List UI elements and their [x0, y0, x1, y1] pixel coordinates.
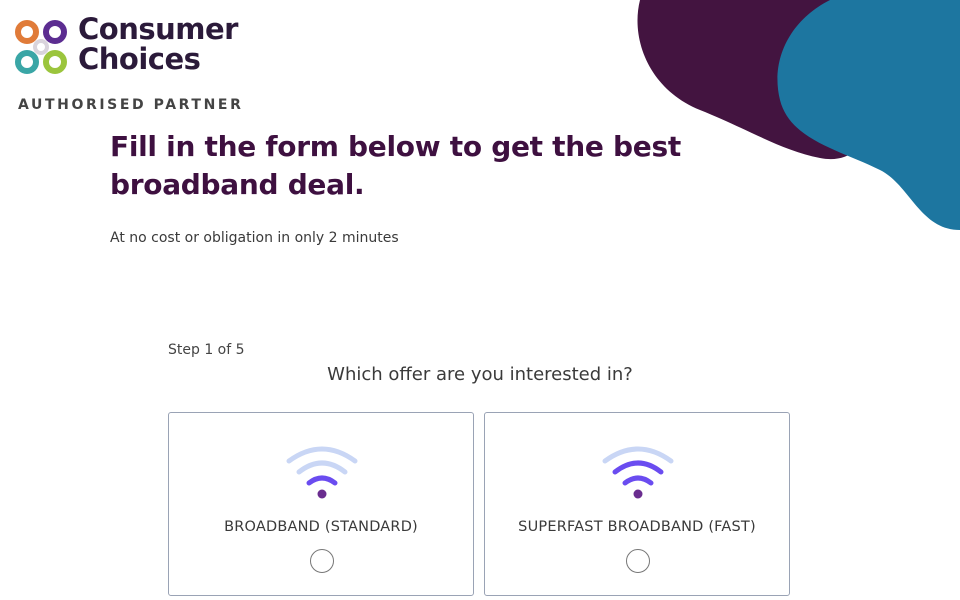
logo-line-2: Choices — [78, 42, 201, 76]
option-radio[interactable] — [310, 549, 334, 573]
wifi-icon — [286, 446, 358, 499]
page-subline: At no cost or obligation in only 2 minut… — [110, 230, 399, 246]
option-radio[interactable] — [626, 549, 650, 573]
logo-wordmark: Consumer Choices — [78, 14, 238, 74]
option-label: BROADBAND (STANDARD) — [224, 519, 418, 535]
option-broadband-standard[interactable]: BROADBAND (STANDARD) — [168, 412, 474, 596]
step-indicator: Step 1 of 5 — [168, 342, 245, 358]
logo-line-1: Consumer — [78, 12, 238, 46]
option-superfast-broadband[interactable]: SUPERFAST BROADBAND (FAST) — [484, 412, 790, 596]
authorised-partner-label: AUTHORISED PARTNER — [18, 97, 244, 113]
consumer-choices-logo[interactable]: Consumer Choices — [14, 14, 264, 78]
page-headline: Fill in the form below to get the best b… — [110, 130, 681, 201]
wifi-icon — [602, 446, 674, 499]
four-ring-logo-icon — [15, 20, 67, 74]
question-text: Which offer are you interested in? — [327, 364, 633, 385]
option-label: SUPERFAST BROADBAND (FAST) — [518, 519, 756, 535]
